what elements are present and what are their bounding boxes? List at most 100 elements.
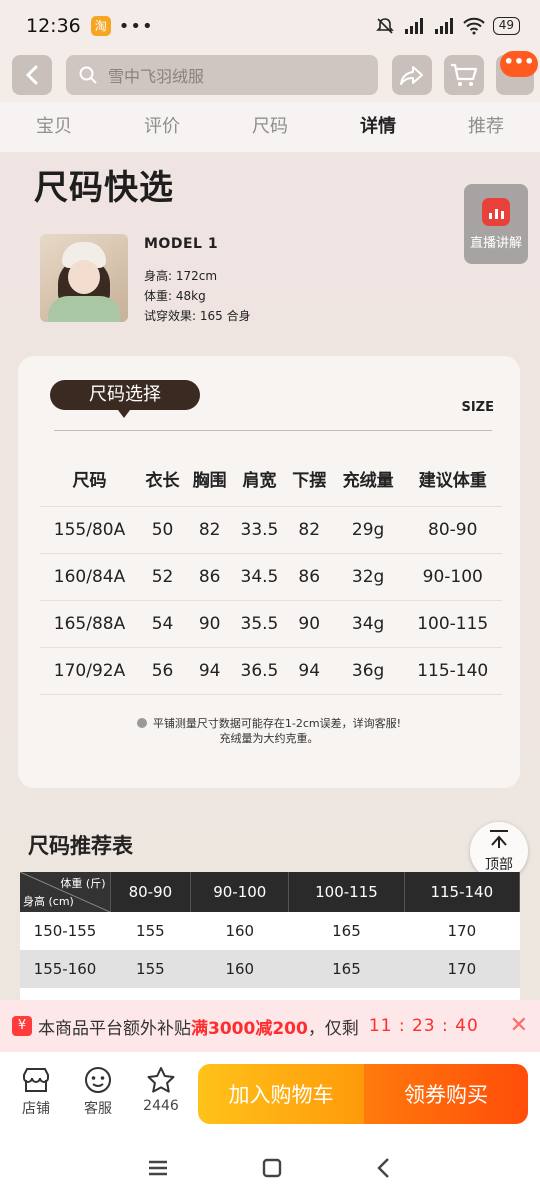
size-label: SIZE <box>461 400 494 415</box>
header-cell: 充绒量 <box>342 471 394 492</box>
section-title: 尺码快选 <box>34 168 174 208</box>
live-icon <box>482 198 510 226</box>
table-cell: 86 <box>186 552 234 600</box>
star-icon <box>147 1067 175 1093</box>
to-top-label: 顶部 <box>485 857 513 873</box>
share-button[interactable] <box>392 55 432 95</box>
status-time: 12:36 <box>26 15 81 37</box>
diagonal-header: 体重 (斤) 身高 (cm) <box>20 872 111 912</box>
shop-icon <box>23 1068 49 1092</box>
table-cell: 82 <box>186 505 234 553</box>
detail-content[interactable]: 尺码快选 直播讲解 MODEL 1 身高: 172cm 体重: 48kg 试穿效… <box>0 152 540 1000</box>
note-line-1: 平铺测量尺寸数据可能存在1-2cm误差，详询客服! <box>152 717 402 730</box>
table-cell: 82 <box>285 505 333 553</box>
table-row: 155-160 155 160 165 170 <box>20 950 520 988</box>
size-chart-card: 尺码选择 SIZE 尺码 衣长 胸围 肩宽 下摆 充绒量 建议体重 155/80… <box>18 356 520 788</box>
buy-with-coupon-button[interactable]: 领券购买 <box>364 1064 528 1124</box>
tab-baby[interactable]: 宝贝 <box>0 102 108 152</box>
table-cell: 165/88A <box>40 599 139 647</box>
system-nav-bar <box>0 1136 540 1200</box>
table-cell: 94 <box>285 646 333 695</box>
live-explain-button[interactable]: 直播讲解 <box>464 184 528 264</box>
tab-size[interactable]: 尺码 <box>216 102 324 152</box>
table-cell: 155 <box>110 912 191 950</box>
table-cell: 36.5 <box>233 646 286 695</box>
tab-bar: 宝贝 评价 尺码 详情 推荐 <box>0 102 540 152</box>
status-indicators: 49 <box>375 16 520 36</box>
table-cell: 56 <box>139 646 187 695</box>
shop-button[interactable]: 店铺 <box>12 1062 60 1118</box>
recommend-title: 尺码推荐表 <box>28 834 133 858</box>
tab-reviews[interactable]: 评价 <box>108 102 216 152</box>
model-fit: 试穿效果: 165 合身 <box>144 309 251 323</box>
table-cell: 50 <box>139 505 187 553</box>
weight-column-header: 100-115 <box>288 872 405 912</box>
promo-prefix: 本商品平台额外补贴 <box>38 1018 191 1039</box>
recommend-header-row: 体重 (斤) 身高 (cm) 80-90 90-100 100-115 115-… <box>20 872 521 912</box>
table-cell: 170 <box>404 950 520 988</box>
menu-icon[interactable] <box>146 1158 170 1178</box>
table-row: 160/84A 52 86 34.5 86 32g 90-100 <box>40 552 502 600</box>
home-icon[interactable] <box>260 1156 284 1180</box>
table-cell: 34g <box>332 599 404 647</box>
header-cell: 建议体重 <box>418 471 487 492</box>
service-label: 客服 <box>84 1101 112 1117</box>
table-cell: 160 <box>190 950 289 988</box>
cart-button[interactable] <box>444 55 484 95</box>
table-cell: 80-90 <box>403 505 502 553</box>
divider <box>54 430 492 431</box>
table-cell: 100-115 <box>403 599 502 647</box>
table-cell: 54 <box>139 599 187 647</box>
table-cell: 165 <box>288 950 405 988</box>
table-row-partial <box>20 988 520 1000</box>
info-dot-icon <box>136 718 147 728</box>
back-button[interactable] <box>12 55 52 95</box>
weight-column-header: 115-140 <box>404 872 521 912</box>
more-notifications-icon: ••• <box>118 15 154 37</box>
shop-label: 店铺 <box>22 1101 50 1117</box>
close-icon[interactable]: ✕ <box>510 1013 528 1038</box>
table-cell: 52 <box>139 552 187 600</box>
share-icon <box>400 66 423 85</box>
live-label: 直播讲解 <box>469 236 522 251</box>
table-cell: 33.5 <box>233 505 286 553</box>
battery-icon: 49 <box>492 17 520 35</box>
table-row: 170/92A 56 94 36.5 94 36g 115-140 <box>40 646 502 695</box>
table-cell: 36g <box>332 646 404 695</box>
subsidy-banner[interactable]: ¥ 本商品平台额外补贴 满3000减200 ，仅剩 11 : 23 : 40 ✕ <box>0 1000 540 1052</box>
table-cell: 155/80A <box>40 505 139 553</box>
size-table: 尺码 衣长 胸围 肩宽 下摆 充绒量 建议体重 155/80A 50 82 33… <box>40 452 502 695</box>
tab-details[interactable]: 详情 <box>324 102 432 152</box>
signal-icon-2 <box>434 18 453 34</box>
chevron-left-icon <box>25 65 38 85</box>
model-photo <box>40 234 128 322</box>
message-button[interactable]: ••• <box>496 51 538 95</box>
yuan-icon: ¥ <box>12 1016 32 1036</box>
favorite-count: 2446 <box>143 1098 179 1114</box>
table-row: 165/88A 54 90 35.5 90 34g 100-115 <box>40 599 502 647</box>
table-cell: 34.5 <box>233 552 286 600</box>
signal-icon <box>404 18 423 34</box>
back-nav-icon[interactable] <box>374 1156 394 1180</box>
table-cell: 90 <box>186 599 234 647</box>
table-cell: 86 <box>285 552 333 600</box>
recommend-table: 体重 (斤) 身高 (cm) 80-90 90-100 100-115 115-… <box>20 872 521 1000</box>
table-row: 155/80A 50 82 33.5 82 29g 80-90 <box>40 505 502 553</box>
model-name: MODEL 1 <box>144 236 219 252</box>
table-row: 150-155 155 160 165 170 <box>20 912 520 950</box>
add-to-cart-button[interactable]: 加入购物车 <box>198 1064 364 1124</box>
height-cell: 150-155 <box>20 912 110 950</box>
table-cell: 90 <box>285 599 333 647</box>
header-cell: 衣长 <box>145 471 180 492</box>
arrow-up-icon <box>490 830 508 848</box>
table-cell: 115-140 <box>403 646 502 695</box>
search-input[interactable]: 雪中飞羽绒服 <box>66 55 378 95</box>
top-bar: 雪中飞羽绒服 ••• <box>0 51 540 102</box>
service-button[interactable]: 客服 <box>74 1062 122 1118</box>
weight-column-header: 80-90 <box>110 872 192 912</box>
tab-recommend[interactable]: 推荐 <box>432 102 540 152</box>
table-cell: 35.5 <box>233 599 286 647</box>
table-cell: 170 <box>404 912 520 950</box>
size-select-pill: 尺码选择 <box>50 380 200 418</box>
favorite-button[interactable]: 2446 <box>137 1062 185 1114</box>
